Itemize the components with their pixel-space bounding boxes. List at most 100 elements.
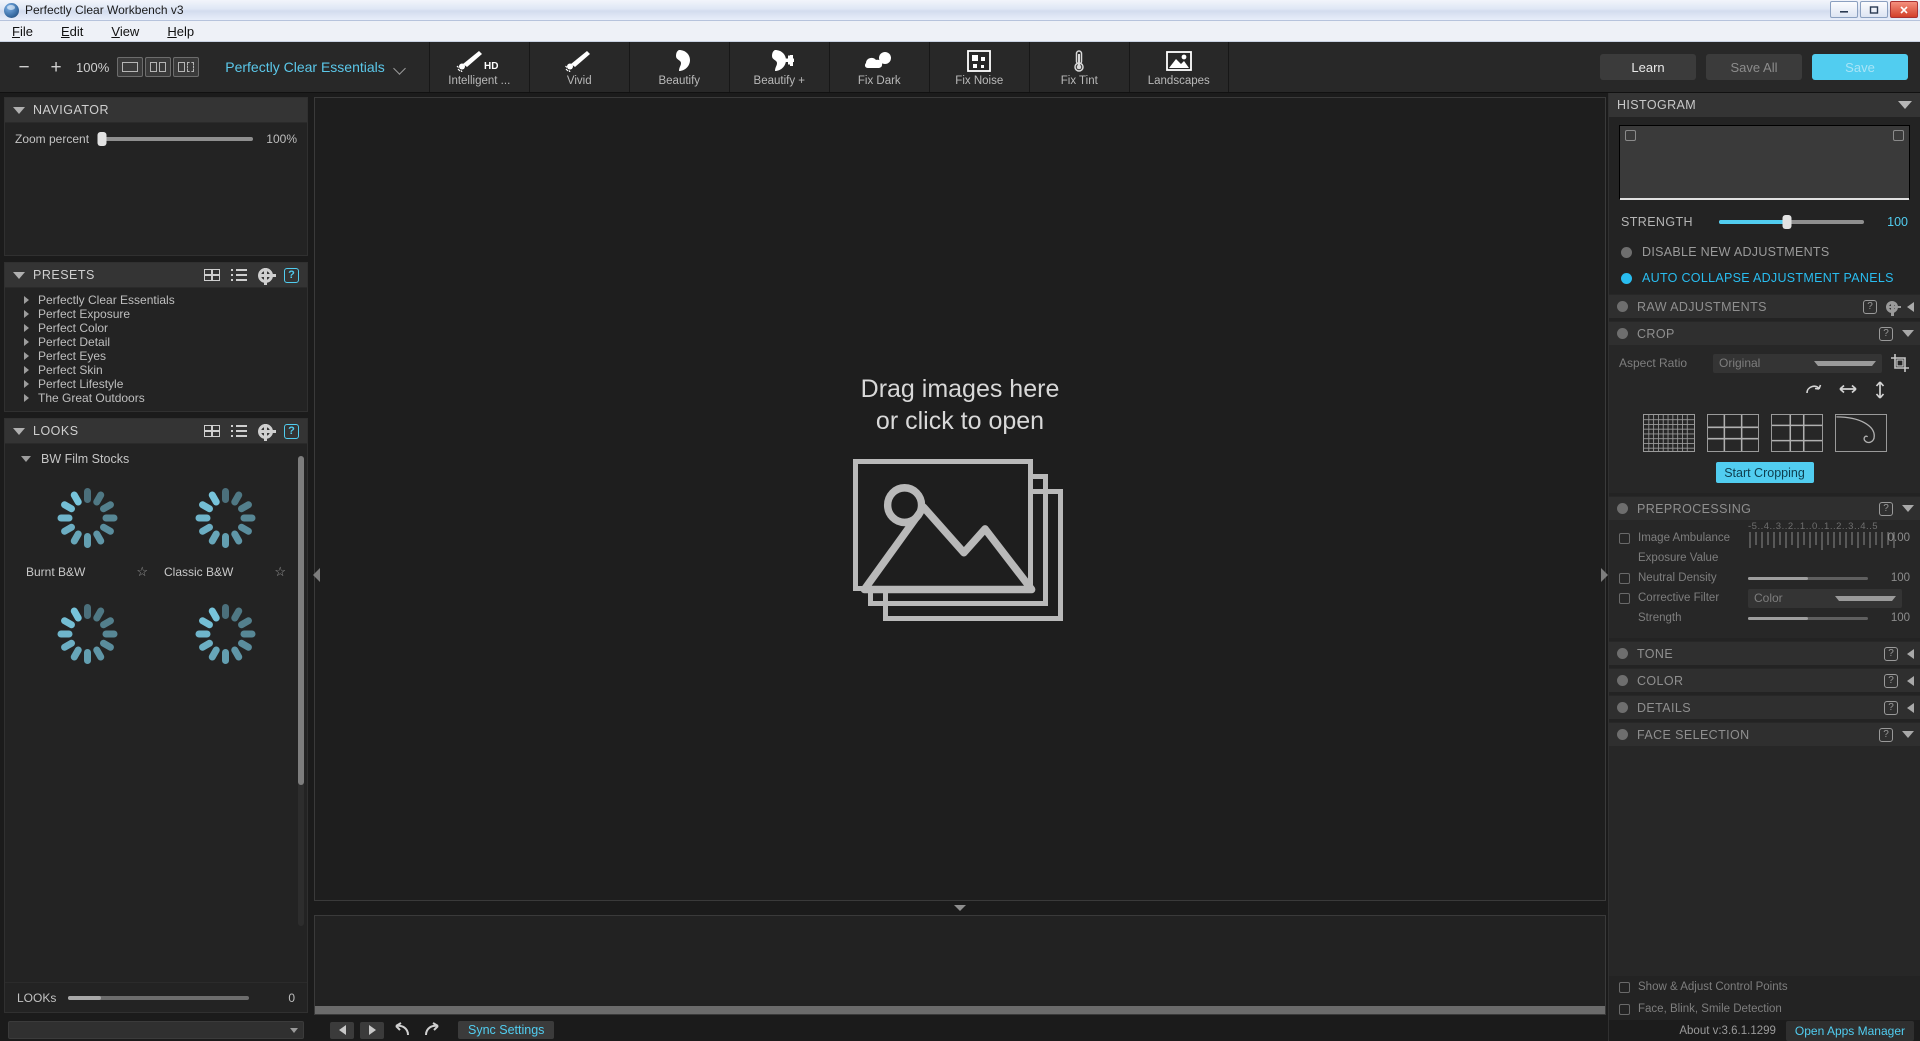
histogram-header[interactable]: HISTOGRAM [1609,93,1920,117]
preset-item[interactable]: Perfect Exposure [5,307,307,321]
section-details[interactable]: DETAILS ? [1609,695,1920,719]
menu-file[interactable]: File [8,23,37,40]
flip-horizontal-icon[interactable] [1838,381,1858,404]
filmstrip-resize-handle[interactable] [312,901,1608,915]
open-apps-manager-button[interactable]: Open Apps Manager [1785,1020,1914,1041]
tool-vivid[interactable]: Vivid [528,42,629,92]
disable-new-adjustments-option[interactable]: DISABLE NEW ADJUSTMENTS [1609,239,1920,265]
auto-collapse-option[interactable]: AUTO COLLAPSE ADJUSTMENT PANELS [1609,265,1920,291]
help-icon[interactable]: ? [284,423,299,439]
looks-header[interactable]: LOOKS ? [5,419,307,444]
save-all-button[interactable]: Save All [1706,54,1802,80]
preprocessing-strength-slider[interactable] [1748,616,1868,620]
triangle-down-icon[interactable] [1898,101,1912,109]
collapse-right-panel-button[interactable] [1599,567,1609,583]
collapse-left-panel-button[interactable] [311,567,321,583]
section-toggle-icon[interactable] [1617,729,1628,740]
section-tone[interactable]: TONE ? [1609,641,1920,665]
section-preprocessing[interactable]: PREPROCESSING ? [1609,496,1920,520]
save-button[interactable]: Save [1812,54,1908,80]
tool-fix-tint[interactable]: Fix Tint [1028,42,1129,92]
zoom-in-button[interactable]: + [40,47,72,87]
tool-landscapes[interactable]: Landscapes [1128,42,1229,92]
preset-item[interactable]: Perfect Detail [5,335,307,349]
sync-settings-button[interactable]: Sync Settings [458,1021,555,1039]
undo-icon[interactable] [390,1022,414,1039]
section-color[interactable]: COLOR ? [1609,668,1920,692]
overlay-golden-spiral-icon[interactable] [1834,414,1887,452]
minimize-button[interactable] [1830,1,1858,18]
flip-vertical-icon[interactable] [1874,381,1886,404]
face-blink-smile-row[interactable]: Face, Blink, Smile Detection [1609,998,1920,1020]
show-control-points-row[interactable]: Show & Adjust Control Points [1609,976,1920,998]
gear-icon[interactable] [258,267,276,285]
preset-item[interactable]: Perfect Eyes [5,349,307,363]
help-icon[interactable]: ? [284,267,299,283]
tool-intelligent[interactable]: HD Intelligent ... [428,42,529,92]
single-view-button[interactable] [117,57,144,77]
face-blink-smile-checkbox[interactable] [1619,1003,1630,1015]
compare-view-button[interactable] [173,57,200,77]
triangle-down-icon[interactable] [1902,330,1914,337]
menu-edit[interactable]: Edit [57,23,87,40]
grid-view-icon[interactable] [204,425,220,437]
section-crop[interactable]: CROP ? [1609,321,1920,345]
preset-item[interactable]: Perfect Color [5,321,307,335]
tool-fix-noise[interactable]: Fix Noise [928,42,1029,92]
triangle-down-icon[interactable] [13,271,25,279]
help-icon[interactable]: ? [1863,299,1877,314]
learn-button[interactable]: Learn [1600,54,1696,80]
help-icon[interactable]: ? [1884,673,1898,688]
redo-icon[interactable] [420,1022,444,1039]
close-button[interactable] [1890,1,1918,18]
help-icon[interactable]: ? [1884,700,1898,715]
aspect-ratio-dropdown[interactable]: Original [1713,353,1882,373]
menu-view[interactable]: View [107,23,143,40]
overlay-fine-grid-icon[interactable] [1642,414,1695,452]
show-control-points-checkbox[interactable] [1619,981,1630,993]
preset-item[interactable]: Perfect Skin [5,363,307,377]
triangle-left-icon[interactable] [1907,675,1914,686]
menu-help[interactable]: Help [163,23,198,40]
tool-beautify-plus[interactable]: Beautify + [728,42,829,92]
gear-icon[interactable] [258,423,276,441]
gear-icon[interactable] [1886,300,1901,316]
corrective-filter-dropdown[interactable]: Color [1748,588,1902,608]
look-item[interactable]: Classic B&W ☆ [157,474,293,588]
highlight-clip-toggle[interactable] [1893,130,1904,141]
help-icon[interactable]: ? [1884,646,1898,661]
corrective-filter-checkbox[interactable] [1619,592,1630,604]
preset-item[interactable]: Perfect Lifestyle [5,377,307,391]
triangle-down-icon[interactable] [13,106,25,114]
rotate-icon[interactable] [1804,381,1822,404]
previous-image-button[interactable] [330,1021,354,1039]
triangle-down-icon[interactable] [13,427,25,435]
split-view-button[interactable] [145,57,172,77]
neutral-density-slider[interactable] [1748,576,1868,580]
star-icon[interactable]: ☆ [274,564,286,580]
exposure-ruler[interactable]: -5..4..3..2..1..0..1..2..3..4..5 [1748,521,1895,553]
triangle-down-icon[interactable] [1902,505,1914,512]
next-image-button[interactable] [360,1021,384,1039]
filmstrip[interactable] [314,915,1606,1015]
start-cropping-button[interactable]: Start Cropping [1715,462,1814,483]
tool-fix-dark[interactable]: Fix Dark [828,42,929,92]
look-item[interactable]: Burnt B&W ☆ [19,474,155,588]
help-icon[interactable]: ? [1879,727,1893,742]
left-footer-dropdown[interactable] [8,1021,304,1039]
section-face-selection[interactable]: FACE SELECTION ? [1609,722,1920,746]
grid-view-icon[interactable] [204,269,220,281]
image-ambulance-checkbox[interactable] [1619,532,1630,544]
tool-beautify[interactable]: Beautify [628,42,729,92]
list-view-icon[interactable] [231,425,247,437]
section-toggle-icon[interactable] [1617,328,1628,339]
image-canvas-dropzone[interactable]: Drag images here or click to open [314,97,1606,901]
help-icon[interactable]: ? [1879,501,1893,516]
section-toggle-icon[interactable] [1617,675,1628,686]
star-icon[interactable]: ☆ [136,564,148,580]
filmstrip-scrollbar[interactable] [315,1006,1605,1014]
preset-item[interactable]: Perfectly Clear Essentials [5,293,307,307]
look-item[interactable] [19,590,155,680]
preset-item[interactable]: The Great Outdoors [5,391,307,405]
neutral-density-checkbox[interactable] [1619,572,1630,584]
